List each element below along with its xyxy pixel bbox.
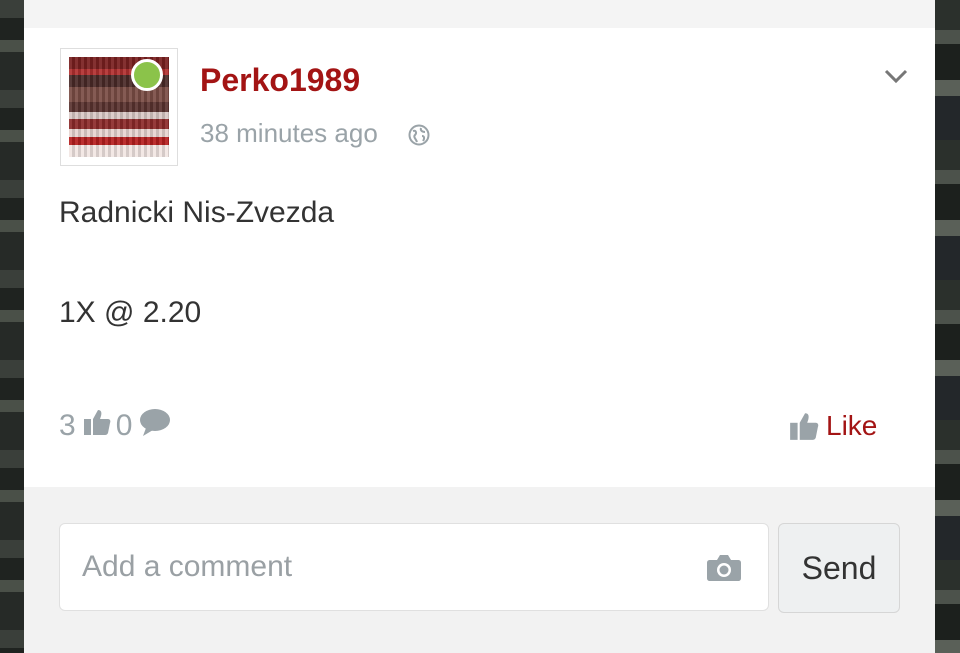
author-name[interactable]: Perko1989 [200,62,360,99]
post-card: Perko1989 38 minutes ago Radnicki Nis-Zv… [24,0,935,653]
camera-icon[interactable] [706,552,742,582]
online-status-indicator [131,59,163,91]
chevron-down-icon[interactable] [882,66,910,86]
like-count: 3 [59,409,76,442]
post-body-line: Radnicki Nis-Zvezda [59,196,335,229]
card-top-divider [24,0,935,28]
post-timestamp[interactable]: 38 minutes ago [200,118,378,149]
comment-section: Send [24,487,935,653]
comment-bubble-icon [138,407,172,445]
like-button-label: Like [826,410,878,441]
send-button[interactable]: Send [778,523,900,613]
thumbs-up-icon [82,407,112,445]
thumbs-up-icon [790,413,819,440]
comment-input[interactable] [60,524,712,610]
like-button[interactable]: Like [788,404,877,448]
post-body-line: 1X @ 2.20 [59,296,202,329]
page-background-left [0,0,24,653]
globe-icon [408,124,430,146]
page-background-right [935,0,960,653]
comment-count: 0 [115,409,133,442]
comment-field[interactable] [59,523,769,611]
post-stats: 3 0 [59,406,176,446]
